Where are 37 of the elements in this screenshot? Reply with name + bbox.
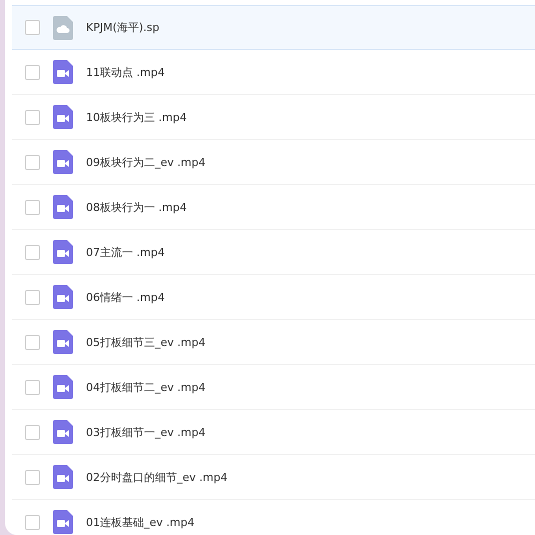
checkbox[interactable] — [25, 380, 40, 394]
video-file-icon — [53, 420, 73, 444]
video-file-icon — [53, 105, 73, 129]
checkbox[interactable] — [25, 334, 40, 350]
file-name: 05打板细节三_ev .mp4 — [86, 334, 206, 350]
file-name: 09板块行为二_ev .mp4 — [86, 154, 206, 170]
file-name: 03打板细节一_ev .mp4 — [86, 424, 206, 440]
checkbox[interactable] — [25, 424, 40, 440]
file-name: KPJM(海平).sp — [86, 20, 160, 35]
video-file-icon — [53, 465, 73, 489]
file-name: 06情绪一 .mp4 — [86, 290, 165, 304]
checkbox[interactable] — [25, 470, 40, 484]
checkbox[interactable] — [25, 64, 40, 80]
file-row[interactable]: KPJM(海平).sp — [12, 5, 535, 50]
file-name: 08板块行为一 .mp4 — [86, 200, 187, 214]
checkbox[interactable] — [25, 154, 40, 170]
video-file-icon — [53, 195, 73, 219]
checkbox[interactable] — [25, 110, 40, 124]
checkbox[interactable] — [25, 20, 40, 35]
checkbox[interactable] — [25, 514, 40, 530]
file-name: 01连板基础_ev .mp4 — [86, 514, 194, 530]
checkbox[interactable] — [25, 244, 40, 260]
video-file-icon — [53, 150, 73, 174]
file-name: 11联动点 .mp4 — [86, 64, 165, 80]
video-file-icon — [53, 285, 73, 309]
video-file-icon — [53, 375, 73, 399]
file-name: 02分时盘口的细节_ev .mp4 — [86, 470, 228, 484]
video-file-icon — [53, 240, 73, 264]
checkbox[interactable] — [25, 290, 40, 304]
checkbox[interactable] — [25, 200, 40, 214]
file-name: 10板块行为三 .mp4 — [86, 110, 187, 124]
file-name: 07主流一 .mp4 — [86, 244, 165, 260]
file-name: 04打板细节二_ev .mp4 — [86, 380, 206, 394]
video-file-icon — [53, 330, 73, 354]
cloud-file-icon — [53, 16, 73, 40]
video-file-icon — [53, 510, 73, 534]
video-file-icon — [53, 60, 73, 84]
